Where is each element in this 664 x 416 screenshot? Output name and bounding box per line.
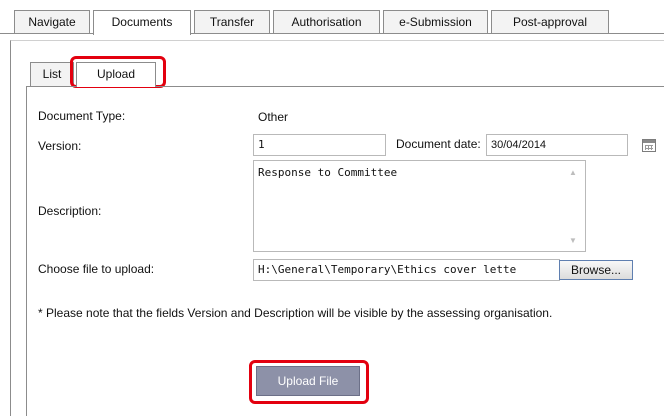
tab-post-approval[interactable]: Post-approval bbox=[491, 10, 609, 34]
document-date-input[interactable]: 30/04/2014 bbox=[486, 134, 628, 156]
tab-e-submission[interactable]: e-Submission bbox=[383, 10, 488, 34]
visibility-note: * Please note that the fields Version an… bbox=[38, 306, 553, 320]
tab-list[interactable]: List bbox=[30, 62, 74, 86]
calendar-icon[interactable] bbox=[642, 139, 656, 152]
file-label: Choose file to upload: bbox=[38, 262, 155, 276]
version-input[interactable]: 1 bbox=[253, 134, 386, 156]
upload-file-button[interactable]: Upload File bbox=[256, 366, 360, 396]
document-type-label: Document Type: bbox=[38, 109, 126, 123]
top-tab-bar: Navigate Documents Transfer Authorisatio… bbox=[0, 0, 664, 35]
document-date-label: Document date: bbox=[396, 137, 481, 151]
browse-button[interactable]: Browse... bbox=[559, 260, 633, 280]
file-path-input[interactable]: H:\General\Temporary\Ethics cover lette bbox=[253, 259, 560, 281]
tab-transfer[interactable]: Transfer bbox=[194, 10, 270, 34]
tab-upload[interactable]: Upload bbox=[76, 62, 156, 87]
document-type-value: Other bbox=[253, 106, 657, 128]
scroll-down-icon[interactable]: ▼ bbox=[569, 236, 577, 245]
tab-documents[interactable]: Documents bbox=[93, 10, 191, 35]
tab-authorisation[interactable]: Authorisation bbox=[273, 10, 380, 34]
description-label: Description: bbox=[38, 204, 102, 218]
version-label: Version: bbox=[38, 139, 82, 153]
description-textarea[interactable]: Response to Committee bbox=[253, 160, 586, 252]
tab-navigate[interactable]: Navigate bbox=[14, 10, 90, 34]
scroll-up-icon[interactable]: ▲ bbox=[569, 168, 577, 177]
